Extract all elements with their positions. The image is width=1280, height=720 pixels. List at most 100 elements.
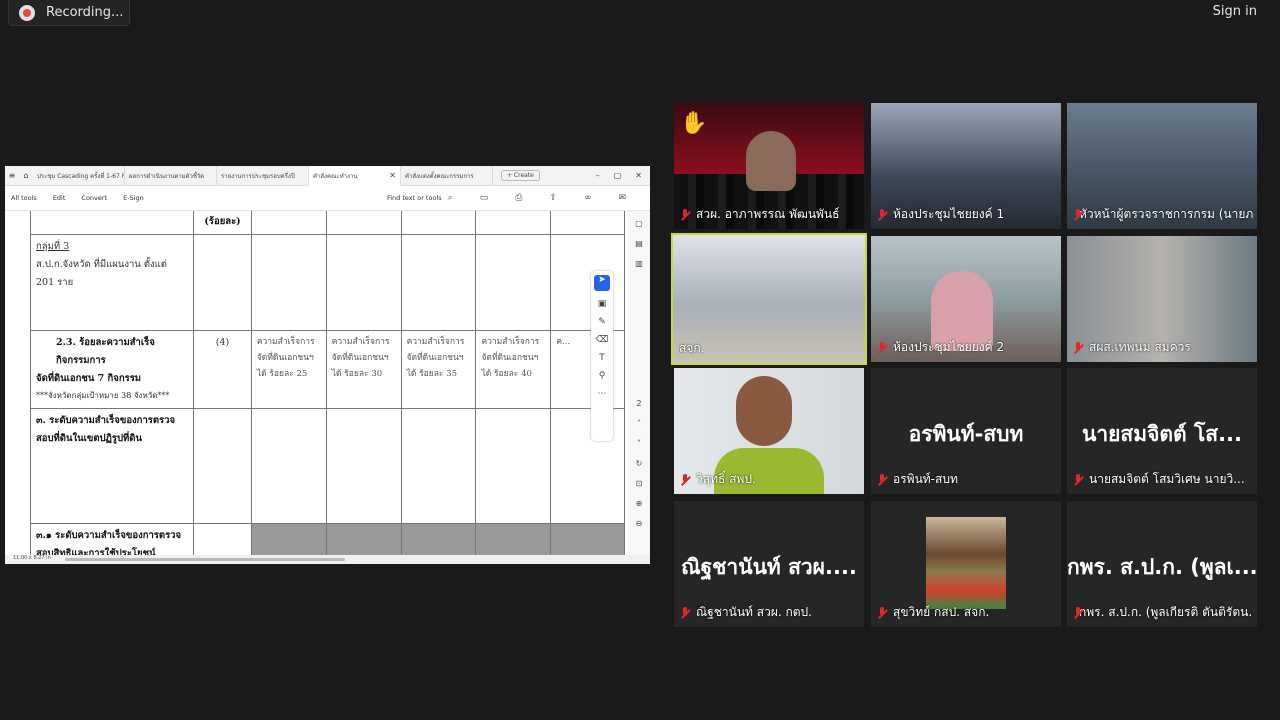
participant-tile[interactable]: สุขวิทย์ กสป. สจก. — [871, 501, 1061, 627]
stamp-icon[interactable]: ⚲ — [599, 371, 606, 381]
table-row: 2.3. ร้อยละความสำเร็จกิจกรรมการ จัดที่ดิ… — [29, 330, 625, 410]
all-tools-menu[interactable]: All tools — [11, 194, 37, 202]
muted-mic-icon — [1073, 341, 1083, 354]
browser-tab[interactable]: ผลการดำเนินงานตามตัวชี้วัด — [125, 166, 217, 186]
close-tab-icon[interactable]: ✕ — [389, 171, 396, 180]
eraser-icon[interactable]: ⌫ — [596, 335, 609, 345]
muted-mic-icon — [877, 606, 887, 619]
participant-display-name: นายสมจิตต์ โส... — [1081, 422, 1243, 446]
recording-label: Recording... — [46, 5, 124, 20]
muted-mic-icon — [680, 473, 690, 486]
participant-tile[interactable]: ห้องประชุมไชยยงค์ 2 — [871, 236, 1061, 362]
participant-tile[interactable]: อรพินท์-สบท อรพินท์-สบท — [871, 368, 1061, 494]
participant-name: กพร. ส.ป.ก. (พูลเกียรติ ตันติรัตน... — [1076, 605, 1253, 619]
participant-tile[interactable]: หัวหน้าผู้ตรวจราชการกรม (นายภาช... — [1067, 103, 1257, 229]
chevron-up-icon[interactable]: ˄ — [637, 419, 641, 428]
comment-icon[interactable]: ▣ — [598, 299, 607, 309]
table-row: กลุ่มที่ 3 ส.ป.ก.จังหวัด ที่มีแผนงาน ตั้… — [29, 234, 625, 332]
level-cell: ค... — [550, 330, 625, 410]
participant-display-name: ณิฐชานันท์ สวผ.... — [681, 555, 857, 579]
browser-tab[interactable]: รายงานการประชุมรอบครึ่งปี — [217, 166, 309, 186]
record-icon — [19, 4, 35, 21]
browser-tab[interactable]: คำสั่งแต่งตั้งคณะกรรมการ — [401, 166, 493, 186]
participant-name: ณิฐชานันท์ สวผ. กตป. — [680, 603, 812, 622]
level-cell: ความสำเร็จการจัดที่ดินเอกชนฯ ได้ ร้อยละ … — [475, 330, 552, 410]
muted-mic-icon — [877, 208, 887, 221]
shared-screen: ≡ ⌂ ประชุม Cascading ครั้งที่ 1-67 PPT ผ… — [5, 166, 650, 564]
raised-hand-icon: ✋ — [680, 111, 708, 136]
participant-tile[interactable]: กพร. ส.ป.ก. (พูลเ... กพร. ส.ป.ก. (พูลเกี… — [1067, 501, 1257, 627]
home-icon[interactable]: ⌂ — [19, 171, 33, 180]
pdf-toolbar: All tools Edit Convert E-Sign Find text … — [5, 186, 650, 211]
participant-tile[interactable]: ห้องประชุมไชยยงค์ 1 — [871, 103, 1061, 229]
weight-cell: (4) — [193, 330, 252, 410]
page-number: 2 — [636, 399, 642, 408]
participant-name: นายสมจิตต์ โสมวิเศษ นายวิ... — [1073, 470, 1245, 489]
link-icon[interactable]: ∞ — [584, 193, 592, 203]
level-cell: ความสำเร็จการจัดที่ดินเอกชนฯ ได้ ร้อยละ … — [325, 330, 402, 410]
edit-menu[interactable]: Edit — [53, 194, 66, 202]
chevron-down-icon[interactable]: ˅ — [637, 439, 641, 448]
participant-tile[interactable]: นายสมจิตต์ โส... นายสมจิตต์ โสมวิเศษ นาย… — [1067, 368, 1257, 494]
recording-indicator[interactable]: Recording... — [8, 0, 130, 26]
horizontal-scrollbar[interactable] — [65, 558, 345, 561]
muted-mic-icon — [680, 606, 690, 619]
close-icon[interactable]: ✕ — [635, 171, 642, 180]
participant-name: สุขวิทย์ กสป. สจก. — [877, 603, 989, 622]
participant-display-name: กพร. ส.ป.ก. (พูลเ... — [1067, 555, 1257, 579]
muted-mic-icon — [680, 208, 690, 221]
zoom-out-icon[interactable]: ⊖ — [636, 519, 643, 528]
group-count: 201 ราย — [36, 277, 74, 289]
print-icon[interactable]: ⎙ — [515, 193, 522, 203]
participant-tile[interactable]: สผส.เทพนม สมควร — [1067, 236, 1257, 362]
participant-video — [736, 376, 792, 446]
indicator-cell: 2.3. ร้อยละความสำเร็จกิจกรรมการ จัดที่ดิ… — [29, 330, 195, 410]
maximize-icon[interactable]: ▢ — [614, 171, 622, 180]
browser-tab[interactable]: ประชุม Cascading ครั้งที่ 1-67 PPT — [33, 166, 125, 186]
participant-name: สจก. — [679, 341, 705, 355]
annotation-toolbar: ➤ ▣ ✎ ⌫ T ⚲ ⋯ — [591, 271, 613, 441]
text-tool-icon[interactable]: T — [599, 353, 605, 363]
table-row: ๓. ระดับความสำเร็จของการตรวจสอบที่ดินในเ… — [29, 408, 625, 525]
indicator-cell: ๓. ระดับความสำเร็จของการตรวจสอบที่ดินในเ… — [29, 408, 195, 525]
indicator-table: (ร้อยละ) กลุ่มที่ 3 ส.ป.ก.จังหวัด ที่มีแ… — [29, 211, 625, 556]
convert-menu[interactable]: Convert — [81, 194, 107, 202]
participant-name: ห้องประชุมไชยยงค์ 2 — [877, 338, 1004, 357]
pdf-page: (ร้อยละ) กลุ่มที่ 3 ส.ป.ก.จังหวัด ที่มีแ… — [5, 211, 625, 556]
search-icon[interactable]: ⌕ — [448, 193, 453, 203]
more-icon[interactable]: ⋯ — [598, 389, 607, 399]
save-icon[interactable]: ▭ — [480, 193, 489, 203]
participant-display-name: อรพินท์-สบท — [908, 422, 1024, 446]
sign-in-button[interactable]: Sign in — [1213, 4, 1257, 19]
participant-name: หัวหน้าผู้ตรวจราชการกรม (นายภาช... — [1076, 207, 1253, 221]
browser-tab-active[interactable]: คำสั่งคณะทำงาน ✕ — [309, 166, 401, 186]
participant-tile[interactable]: วิสุทธิ์ สพป. — [674, 368, 864, 494]
pen-icon[interactable]: ✎ — [598, 317, 606, 327]
participant-tile[interactable]: ✋ สวผ. อาภาพรรณ พัฒนพันธ์ — [674, 103, 864, 229]
muted-mic-icon — [877, 473, 887, 486]
indicator-cell: ๓.๑ ระดับความสำเร็จของการตรวจสอบสิทธิและ… — [29, 523, 195, 556]
participant-tile[interactable]: ณิฐชานันท์ สวผ.... ณิฐชานันท์ สวผ. กตป. — [674, 501, 864, 627]
mail-icon[interactable]: ✉ — [618, 193, 626, 203]
bookmark-icon[interactable]: ▥ — [635, 259, 643, 268]
share-icon[interactable]: ⇪ — [549, 193, 557, 203]
table-row: (ร้อยละ) — [29, 211, 625, 236]
find-tools-input[interactable]: Find text or tools — [387, 194, 442, 202]
pages-icon[interactable]: ▤ — [635, 239, 643, 248]
refresh-icon[interactable]: ↻ — [636, 459, 643, 468]
level-cell: ความสำเร็จการจัดที่ดินเอกชนฯ ได้ ร้อยละ … — [400, 330, 477, 410]
group-title: กลุ่มที่ 3 — [36, 241, 70, 253]
participant-avatar — [926, 517, 1006, 609]
comment-panel-icon[interactable]: ▢ — [635, 219, 643, 228]
participant-name: สผส.เทพนม สมควร — [1073, 338, 1191, 357]
select-tool-icon[interactable]: ➤ — [594, 275, 610, 291]
participant-tile-active-speaker[interactable]: สจก. — [671, 233, 867, 365]
menu-icon[interactable]: ≡ — [5, 171, 19, 180]
level-cell: ความสำเร็จการจัดที่ดินเอกชนฯ ได้ ร้อยละ … — [250, 330, 327, 410]
fit-page-icon[interactable]: ⊡ — [636, 479, 643, 488]
esign-menu[interactable]: E-Sign — [123, 194, 144, 202]
unit-cell: (ร้อยละ) — [193, 211, 252, 236]
zoom-in-icon[interactable]: ⊕ — [636, 499, 643, 508]
minimize-icon[interactable]: – — [596, 171, 600, 180]
new-tab-button[interactable]: + Create — [501, 170, 540, 181]
